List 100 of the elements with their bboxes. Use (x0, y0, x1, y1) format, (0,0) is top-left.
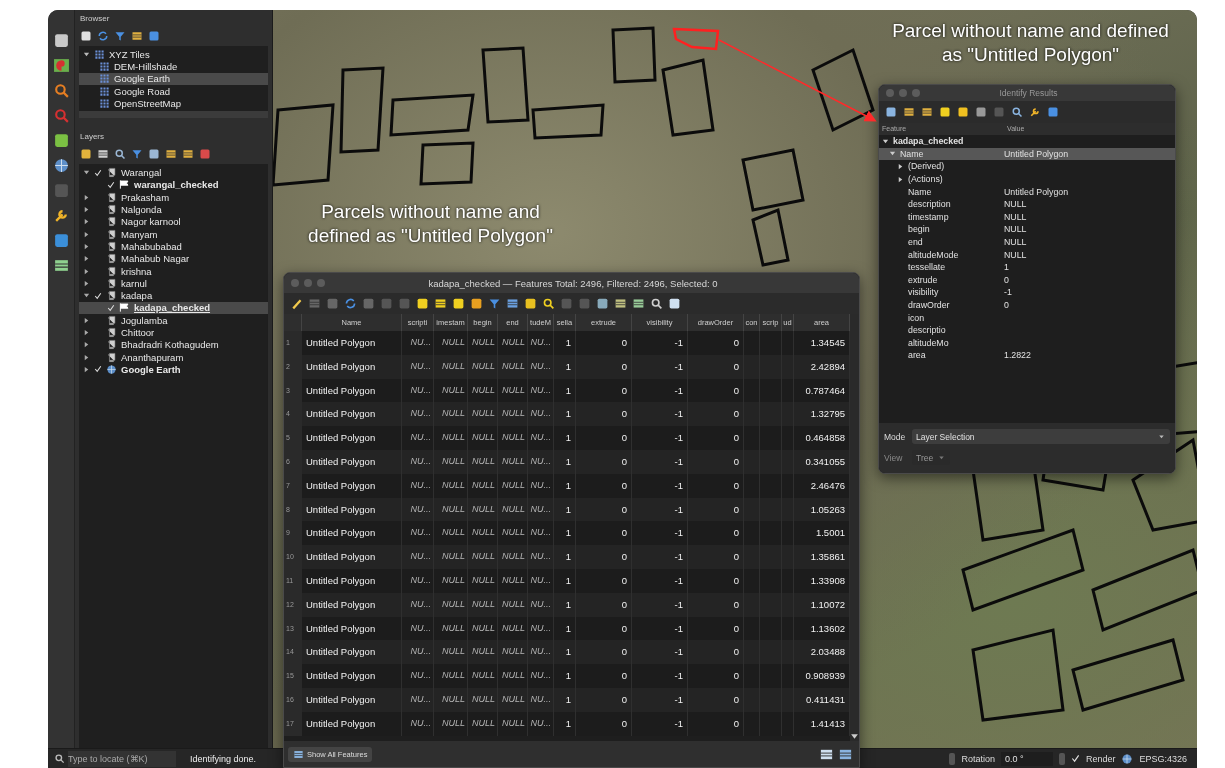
caret-icon[interactable] (83, 206, 90, 213)
layer-item[interactable]: Google Earth (79, 363, 268, 376)
square-icon[interactable] (975, 106, 987, 118)
square-icon[interactable] (524, 297, 537, 310)
square-icon[interactable] (1047, 106, 1059, 118)
caret-icon[interactable] (83, 292, 90, 300)
caret-icon[interactable] (83, 267, 90, 275)
square-icon[interactable] (668, 297, 681, 310)
refresh-icon[interactable] (97, 30, 109, 42)
square-icon[interactable] (52, 32, 70, 49)
browser-item[interactable]: Google Earth (79, 72, 268, 85)
funnel-icon[interactable] (131, 148, 143, 161)
layer-item[interactable]: Ananthapuram (79, 350, 268, 364)
check-icon[interactable] (1070, 754, 1080, 763)
layer-item[interactable]: Nalgonda (79, 203, 268, 216)
globe-icon[interactable] (52, 157, 70, 174)
table-cell: NULL (498, 664, 528, 688)
table-icon[interactable] (131, 30, 143, 42)
caret-icon[interactable] (83, 193, 90, 201)
square-icon[interactable] (596, 297, 609, 310)
layer-item[interactable]: kadapa (79, 289, 268, 302)
browser-item[interactable]: DEM-Hillshade (79, 60, 268, 73)
square-icon[interactable] (80, 148, 92, 161)
layer-item[interactable]: kadapa_checked (79, 301, 268, 315)
square-icon[interactable] (939, 106, 951, 118)
caret-icon[interactable] (83, 279, 90, 287)
caret-icon[interactable] (83, 169, 90, 177)
caret-icon[interactable] (897, 175, 904, 183)
square-icon[interactable] (416, 297, 429, 310)
layer-item[interactable]: Mahabub Nagar (79, 252, 268, 265)
table-icon[interactable] (434, 297, 447, 310)
layer-item[interactable]: krishna (79, 264, 268, 278)
table-icon[interactable] (97, 148, 109, 161)
layer-item[interactable]: karnul (79, 277, 268, 290)
layer-item[interactable]: Nagor karnool (79, 215, 268, 228)
caret-icon[interactable] (83, 242, 90, 250)
magnifier-icon[interactable] (542, 297, 555, 310)
rotation-field[interactable]: 0.0 ° (1000, 751, 1053, 766)
caret-icon[interactable] (83, 255, 90, 263)
caret-icon[interactable] (83, 329, 90, 336)
layer-item[interactable]: Manyam (79, 227, 268, 241)
result-row[interactable]: Name Untitled Polygon (879, 147, 1175, 161)
layer-item[interactable]: Prakasham (79, 191, 268, 204)
browser-item[interactable]: XYZ Tiles (79, 48, 268, 61)
square-icon[interactable] (957, 106, 969, 118)
caret-icon[interactable] (83, 50, 90, 58)
caret-icon[interactable] (882, 137, 889, 145)
funnel-icon[interactable] (114, 30, 126, 42)
check-icon[interactable] (94, 291, 102, 300)
caret-icon[interactable] (897, 163, 904, 170)
table-icon[interactable] (506, 297, 519, 310)
globe-icon[interactable] (1121, 752, 1134, 765)
magnifier-icon[interactable] (114, 148, 126, 161)
pencil-icon[interactable] (290, 297, 303, 310)
layer-item[interactable]: Mahabubabad (79, 240, 268, 253)
table-icon[interactable] (165, 148, 177, 161)
layer-item[interactable]: warangal_checked (79, 178, 268, 192)
layer-item[interactable]: Warangal (79, 166, 268, 179)
group-icon (106, 167, 117, 179)
table-icon[interactable] (921, 106, 933, 118)
square-icon[interactable] (148, 148, 160, 161)
crs-label[interactable]: EPSG:4326 (1139, 753, 1187, 764)
layer-item[interactable]: Chittoor (79, 326, 268, 339)
table-icon[interactable] (632, 297, 645, 310)
caret-icon[interactable] (889, 150, 896, 158)
check-icon[interactable] (107, 180, 115, 189)
funnel-icon[interactable] (488, 297, 501, 310)
layer-item[interactable]: Jogulamba (79, 314, 268, 327)
table-icon[interactable] (182, 148, 194, 161)
mode-dropdown[interactable]: Layer Selection (912, 429, 1170, 444)
check-icon[interactable] (107, 303, 115, 312)
table-icon[interactable] (52, 257, 70, 274)
scrollbar[interactable] (79, 111, 268, 119)
check-icon[interactable] (94, 168, 102, 177)
locator-field[interactable]: Type to locate (⌘K) (68, 750, 176, 767)
browser-item[interactable]: Google Road (79, 84, 268, 98)
caret-icon[interactable] (83, 353, 90, 361)
pin-icon[interactable] (52, 57, 70, 74)
layer-item[interactable]: Bhadradri Kothagudem (79, 338, 268, 351)
caret-icon[interactable] (1157, 432, 1166, 441)
check-icon[interactable] (94, 365, 102, 374)
magnifier-icon[interactable] (1011, 106, 1023, 118)
caret-icon[interactable] (83, 365, 90, 373)
caret-icon[interactable] (83, 341, 90, 349)
square-icon[interactable] (80, 30, 92, 42)
wrench-icon[interactable] (1029, 106, 1041, 118)
caret-icon[interactable] (83, 230, 90, 238)
square-icon[interactable] (885, 106, 897, 118)
table-icon[interactable] (903, 106, 915, 118)
caret-icon[interactable] (83, 316, 90, 324)
square-icon[interactable] (470, 297, 483, 310)
square-icon[interactable] (452, 297, 465, 310)
magnifier-icon[interactable] (650, 297, 663, 310)
table-icon[interactable] (614, 297, 627, 310)
caret-icon[interactable] (83, 218, 90, 226)
square-icon[interactable] (52, 132, 70, 149)
result-row[interactable]: kadapa_checked (879, 135, 1175, 148)
magnifier-icon[interactable] (52, 82, 70, 99)
refresh-icon[interactable] (344, 297, 357, 310)
browser-item[interactable]: OpenStreetMap (79, 97, 268, 110)
